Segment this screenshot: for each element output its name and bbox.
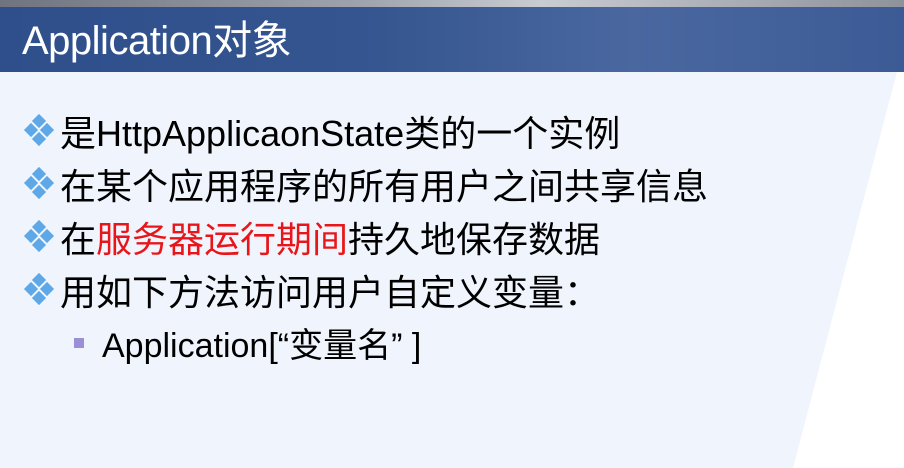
four-diamond-icon — [22, 113, 56, 148]
bullet-text: 是HttpApplicaonState类的一个实例 — [60, 112, 621, 154]
top-strip — [0, 0, 904, 7]
bullet-list: 是HttpApplicaonState类的一个实例 在某个应用程序的所有用户之间… — [22, 104, 708, 369]
bullet-item: 用如下方法访问用户自定义变量： — [22, 263, 708, 316]
bullet-item: 在某个应用程序的所有用户之间共享信息 — [22, 157, 708, 210]
four-diamond-icon — [22, 272, 56, 307]
bullet-text: 用如下方法访问用户自定义变量： — [60, 271, 601, 313]
four-diamond-icon — [22, 166, 56, 201]
square-icon — [74, 337, 84, 348]
slide-title: Application对象 — [22, 19, 292, 63]
bullet-text: 在 — [60, 218, 97, 260]
sub-bullet-text: Application[“变量名” ] — [102, 327, 422, 365]
bullet-item: 在服务器运行期间 持久地保存数据 — [22, 210, 708, 263]
title-bar: Application对象 — [0, 7, 904, 72]
four-diamond-icon — [22, 219, 56, 254]
bullet-text: 在某个应用程序的所有用户之间共享信息 — [60, 165, 709, 207]
highlighted-text: 服务器运行期间 — [96, 218, 349, 260]
bullet-item: 是HttpApplicaonState类的一个实例 — [22, 104, 708, 157]
sub-bullet-item: Application[“变量名” ] — [74, 316, 708, 369]
bullet-text: 持久地保存数据 — [348, 218, 601, 260]
